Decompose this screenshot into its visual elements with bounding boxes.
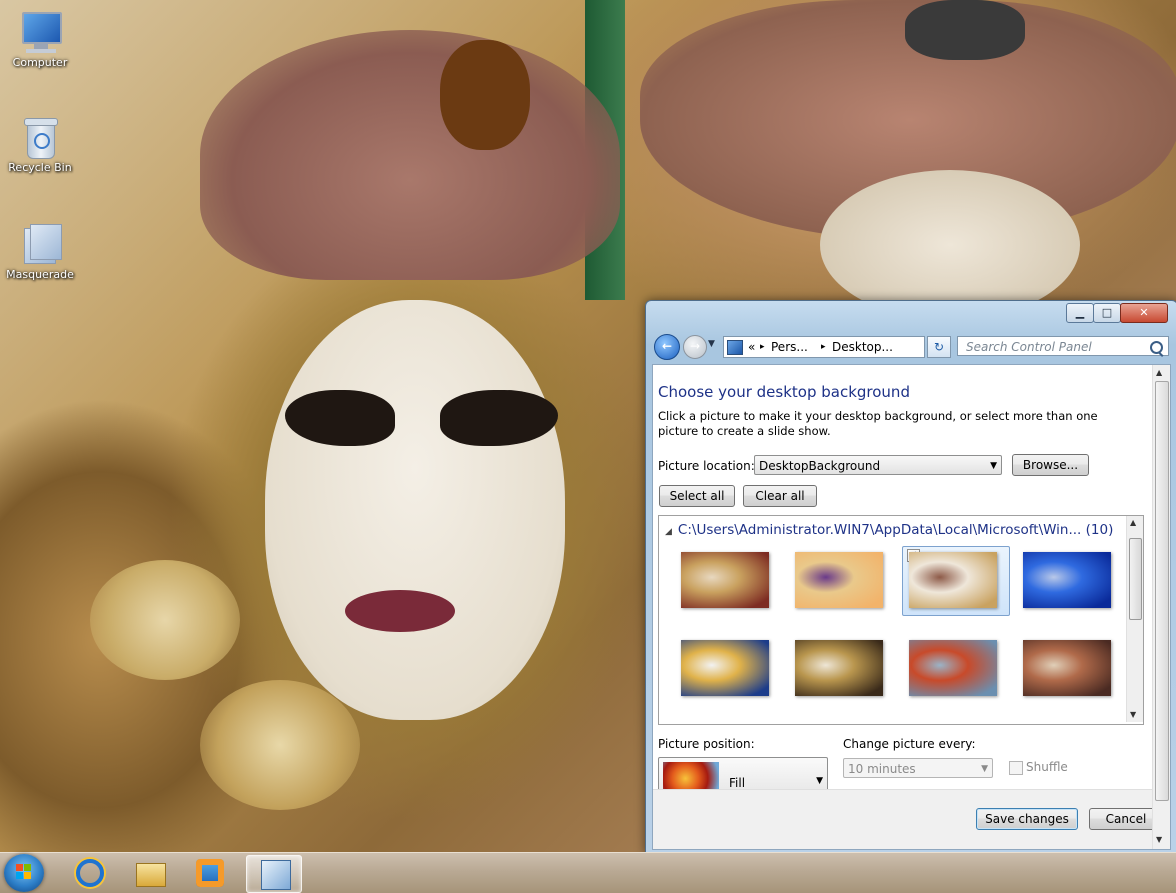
maximize-button[interactable]: □ bbox=[1093, 303, 1121, 323]
scroll-up-arrow[interactable]: ▲ bbox=[1156, 368, 1162, 377]
desktop-icon-computer[interactable]: Computer bbox=[0, 10, 80, 69]
control-panel-icon bbox=[261, 860, 291, 890]
thumbnail-wallpaper-4[interactable] bbox=[1023, 552, 1111, 608]
recycle-bin-icon bbox=[18, 115, 62, 159]
wallpaper-gem-right bbox=[905, 0, 1025, 60]
picture-group-header[interactable]: ◢ C:\Users\Administrator.WIN7\AppData\Loc… bbox=[665, 522, 1113, 538]
address-overflow-chevron[interactable]: « bbox=[748, 337, 755, 357]
picture-position-preview bbox=[663, 762, 719, 792]
internet-explorer-icon bbox=[76, 859, 104, 887]
scrollbar-thumb[interactable] bbox=[1155, 381, 1169, 801]
thumbnail-wallpaper-5[interactable] bbox=[681, 640, 769, 696]
windows-logo-icon bbox=[16, 864, 32, 880]
thumbnail-wallpaper-3[interactable] bbox=[909, 552, 997, 608]
minimize-button[interactable]: ▁ bbox=[1066, 303, 1094, 323]
forward-button[interactable]: → bbox=[683, 335, 707, 359]
wallpaper-flower bbox=[90, 560, 240, 680]
address-segment-desktop-background[interactable]: Desktop... bbox=[832, 337, 893, 357]
content-scrollbar[interactable]: ▲ ▼ bbox=[1152, 365, 1170, 849]
wallpaper-hat bbox=[200, 30, 620, 280]
scroll-up-arrow[interactable]: ▲ bbox=[1130, 518, 1136, 527]
taskbar-windows-media-player[interactable] bbox=[182, 855, 236, 891]
page-description: Click a picture to make it your desktop … bbox=[658, 409, 1098, 438]
picture-location-value: DesktopBackground bbox=[759, 459, 881, 473]
theme-pack-icon bbox=[18, 222, 62, 266]
taskbar bbox=[0, 852, 1176, 893]
shuffle-checkbox[interactable] bbox=[1009, 761, 1023, 775]
save-changes-button[interactable]: Save changes bbox=[976, 808, 1078, 830]
wallpaper-face-right bbox=[820, 170, 1080, 320]
address-separator: ▸ bbox=[821, 342, 826, 352]
thumbnail-wallpaper-6[interactable] bbox=[795, 640, 883, 696]
wallpaper-gem bbox=[440, 40, 530, 150]
page-title: Choose your desktop background bbox=[658, 383, 910, 401]
collapse-triangle-icon[interactable]: ◢ bbox=[665, 527, 672, 537]
refresh-button[interactable]: ↻ bbox=[927, 336, 951, 358]
taskbar-windows-explorer[interactable] bbox=[122, 855, 176, 891]
scroll-down-arrow[interactable]: ▼ bbox=[1156, 835, 1162, 844]
address-segment-personalization[interactable]: Pers... bbox=[771, 337, 808, 357]
start-button[interactable] bbox=[4, 854, 44, 892]
wallpaper-flower bbox=[200, 680, 360, 810]
select-all-button[interactable]: Select all bbox=[659, 485, 735, 507]
picture-list[interactable]: ◢ C:\Users\Administrator.WIN7\AppData\Loc… bbox=[658, 515, 1144, 725]
control-panel-icon bbox=[727, 340, 743, 355]
picture-group-count: (10) bbox=[1085, 522, 1114, 538]
browse-button[interactable]: Browse... bbox=[1012, 454, 1089, 476]
thumbnail-wallpaper-2[interactable] bbox=[795, 552, 883, 608]
desktop-icon-label: Computer bbox=[12, 56, 68, 69]
taskbar-internet-explorer[interactable] bbox=[62, 855, 116, 891]
computer-icon bbox=[18, 10, 62, 54]
desktop-background-window[interactable]: ▁ □ ✕ ← → ▼ « ▸ Pers... ▸ Desktop... ▼ ↻… bbox=[645, 300, 1176, 854]
media-player-icon bbox=[196, 859, 224, 887]
desktop-icon-label: Masquerade bbox=[6, 268, 74, 281]
desktop-icon-label: Recycle Bin bbox=[8, 161, 72, 174]
taskbar-control-panel[interactable] bbox=[246, 855, 302, 893]
wallpaper-mask-lips bbox=[345, 590, 455, 632]
chevron-down-icon: ▼ bbox=[990, 461, 997, 471]
folder-icon bbox=[136, 863, 166, 887]
picture-position-label: Picture position: bbox=[658, 737, 755, 751]
shuffle-label: Shuffle bbox=[1026, 760, 1068, 774]
recent-pages-dropdown[interactable]: ▼ bbox=[708, 339, 715, 349]
chevron-down-icon: ▼ bbox=[816, 776, 823, 786]
chevron-down-icon: ▼ bbox=[981, 764, 988, 774]
close-button[interactable]: ✕ bbox=[1120, 303, 1168, 323]
thumbnail-wallpaper-7[interactable] bbox=[909, 640, 997, 696]
thumbnail-wallpaper-1[interactable] bbox=[681, 552, 769, 608]
thumbnail-wallpaper-8[interactable] bbox=[1023, 640, 1111, 696]
clear-all-button[interactable]: Clear all bbox=[743, 485, 817, 507]
change-picture-interval-select[interactable]: 10 minutes ▼ bbox=[843, 758, 993, 778]
address-bar[interactable]: « ▸ Pers... ▸ Desktop... ▼ bbox=[723, 336, 925, 358]
search-placeholder: Search Control Panel bbox=[966, 340, 1092, 354]
back-button[interactable]: ← bbox=[654, 334, 680, 360]
dialog-footer: Save changes Cancel bbox=[653, 789, 1163, 849]
address-separator: ▸ bbox=[760, 342, 765, 352]
picture-list-scrollbar[interactable]: ▲ ▼ bbox=[1126, 516, 1143, 722]
picture-location-label: Picture location: bbox=[658, 459, 755, 473]
search-icon[interactable] bbox=[1150, 341, 1163, 354]
picture-location-select[interactable]: DesktopBackground ▼ bbox=[754, 455, 1002, 475]
wallpaper-mask-face bbox=[265, 300, 565, 720]
content-pane: Choose your desktop background Click a p… bbox=[652, 364, 1171, 850]
scroll-down-arrow[interactable]: ▼ bbox=[1130, 710, 1136, 719]
change-picture-label: Change picture every: bbox=[843, 737, 976, 751]
change-picture-interval-value: 10 minutes bbox=[848, 762, 916, 776]
search-input[interactable]: Search Control Panel bbox=[957, 336, 1169, 356]
desktop-icon-recycle-bin[interactable]: Recycle Bin bbox=[0, 115, 80, 174]
desktop-icon-masquerade[interactable]: Masquerade bbox=[0, 222, 80, 281]
scrollbar-thumb[interactable] bbox=[1129, 538, 1142, 620]
picture-position-value: Fill bbox=[729, 776, 746, 790]
picture-group-path: C:\Users\Administrator.WIN7\AppData\Loca… bbox=[677, 522, 1082, 538]
